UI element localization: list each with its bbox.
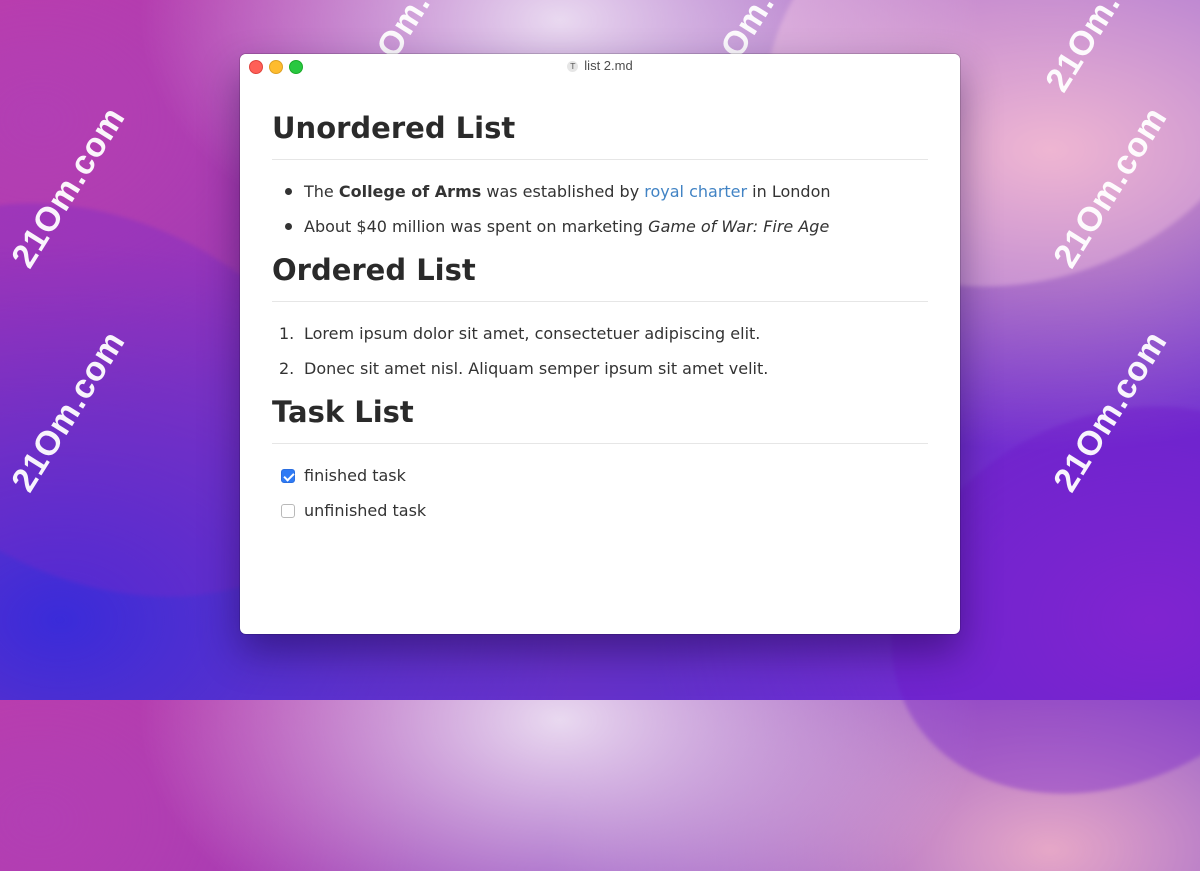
task-text: finished task (304, 466, 406, 485)
task-list: finished task unfinished task (272, 458, 928, 528)
document-icon: T (567, 61, 579, 72)
bullet-icon (285, 223, 292, 230)
list-item: The College of Arms was established by r… (272, 174, 928, 209)
list-item-text: Lorem ipsum dolor sit amet, consectetuer… (304, 324, 761, 343)
watermark: 21Om.com (4, 324, 133, 499)
list-item: 2. Donec sit amet nisl. Aliquam semper i… (272, 351, 928, 386)
list-item-text: Donec sit amet nisl. Aliquam semper ipsu… (304, 359, 769, 378)
unordered-list: The College of Arms was established by r… (272, 174, 928, 244)
watermark: 21Om.com (4, 100, 133, 275)
task-text: unfinished task (304, 501, 427, 520)
task-checkbox-unchecked[interactable] (281, 504, 295, 518)
watermark: 21Om.com (1038, 0, 1167, 99)
ordered-list: 1. Lorem ipsum dolor sit amet, consectet… (272, 316, 928, 386)
bold-text: College of Arms (338, 182, 482, 201)
task-checkbox-checked[interactable] (281, 469, 295, 483)
list-number: 1. (279, 324, 295, 343)
heading-task-list: Task List (272, 395, 414, 429)
task-item: finished task (272, 458, 928, 493)
royal-charter-link[interactable]: royal charter (644, 182, 747, 201)
list-item: About $40 million was spent on marketing… (272, 209, 928, 244)
watermark: 21Om.com (1046, 324, 1175, 499)
text: The (304, 182, 339, 201)
window-title: Tlist 2.md (240, 58, 960, 73)
bullet-icon (285, 188, 292, 195)
heading-divider (272, 443, 928, 444)
heading-unordered-list: Unordered List (272, 111, 516, 145)
heading-divider (272, 159, 928, 160)
watermark: 21Om.com (1046, 100, 1175, 275)
list-number: 2. (279, 359, 295, 378)
task-item: unfinished task (272, 493, 928, 528)
heading-divider (272, 301, 928, 302)
list-item: 1. Lorem ipsum dolor sit amet, consectet… (272, 316, 928, 351)
editor-window: Tlist 2.md Unordered List The College of… (240, 54, 960, 634)
title-bar[interactable]: Tlist 2.md (240, 54, 960, 78)
heading-ordered-list: Ordered List (272, 253, 476, 287)
text: About $40 million was spent on marketing (304, 217, 649, 236)
document-content[interactable]: Unordered List The College of Arms was e… (272, 110, 928, 528)
window-title-text: list 2.md (584, 58, 633, 73)
text: in London (747, 182, 831, 201)
italic-text: Game of War: Fire Age (648, 217, 830, 236)
text: was established by (481, 182, 645, 201)
